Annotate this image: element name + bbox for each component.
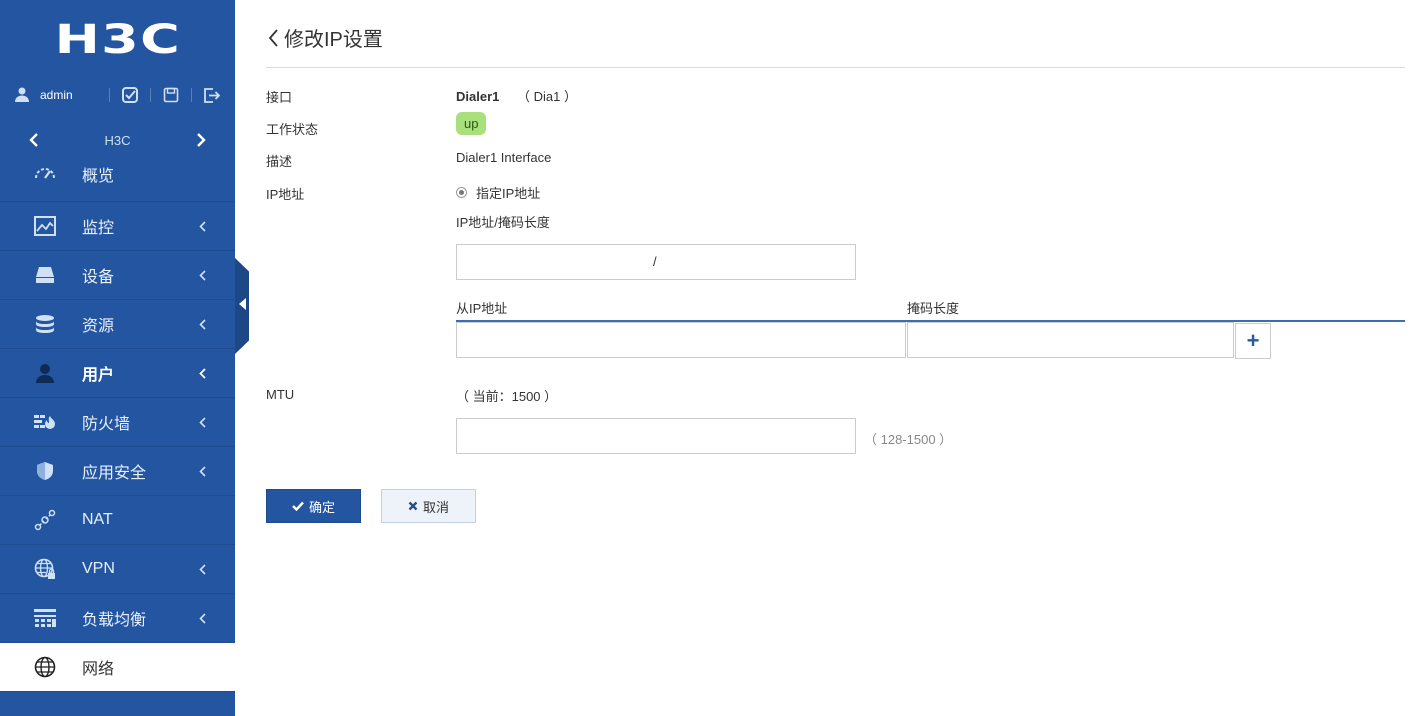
sidebar-item-resource[interactable]: 资源 bbox=[0, 300, 235, 349]
chevron-left-icon bbox=[268, 28, 278, 47]
sidebar-item-label: 网络 bbox=[82, 661, 115, 678]
mtu-current: （ 当前：1500 ） bbox=[456, 389, 558, 404]
main-content: 修改IP设置 接口 Dialer1 （ Dia1 ） 工作状态 up 描述 Di… bbox=[266, 0, 1405, 523]
plus-icon: + bbox=[1246, 328, 1260, 353]
mtu-range-hint: （ 128-1500 ） bbox=[864, 432, 953, 447]
save-icon[interactable] bbox=[151, 87, 191, 103]
logo: H3C bbox=[0, 0, 235, 80]
chevron-left-icon bbox=[196, 366, 208, 380]
sidebar-item-monitor[interactable]: 监控 bbox=[0, 202, 235, 251]
chevron-left-icon bbox=[196, 317, 208, 331]
user-bar: admin bbox=[0, 80, 235, 110]
chevron-left-icon bbox=[196, 562, 208, 576]
back-button[interactable] bbox=[268, 28, 278, 47]
sidebar-item-label: VPN bbox=[82, 560, 115, 577]
mtu-label: MTU bbox=[266, 387, 295, 402]
sidebar-item-vpn[interactable]: VPN bbox=[0, 545, 235, 594]
load-balance-icon bbox=[34, 607, 56, 629]
cancel-button-label: 取消 bbox=[422, 499, 449, 515]
secondary-ip-input[interactable] bbox=[456, 322, 906, 358]
nav-menu: 概览 监控 设备 资源 用户 防火墙 应用安全 NAT VPN 负载均衡 网络 bbox=[0, 160, 235, 692]
status-badge-wrap: up bbox=[456, 112, 487, 135]
logout-icon[interactable] bbox=[192, 87, 232, 104]
sidebar-item-label: 监控 bbox=[82, 220, 115, 237]
interface-short-name: （ Dia1 ） bbox=[517, 89, 577, 104]
chevron-left-icon bbox=[196, 268, 208, 282]
ip-mask-label: IP地址/掩码长度 bbox=[456, 215, 550, 230]
sidebar-item-nat[interactable]: NAT bbox=[0, 496, 235, 545]
description-label: 描述 bbox=[266, 154, 293, 169]
secondary-mask-label: 掩码长度 bbox=[907, 301, 960, 316]
interface-label: 接口 bbox=[266, 90, 293, 105]
sidebar-item-label: 应用安全 bbox=[82, 465, 147, 482]
sidebar-item-network[interactable]: 网络 bbox=[0, 643, 235, 692]
sidebar-item-firewall[interactable]: 防火墙 bbox=[0, 398, 235, 447]
user-icon bbox=[34, 362, 56, 384]
ip-mask-input[interactable]: / bbox=[456, 244, 856, 280]
caret-left-icon bbox=[238, 297, 246, 315]
check-config-icon[interactable] bbox=[110, 86, 150, 104]
chevron-left-icon bbox=[196, 219, 208, 233]
confirm-button[interactable]: 确定 bbox=[266, 489, 361, 523]
sidebar-collapse-toggle[interactable] bbox=[235, 258, 249, 354]
cancel-button[interactable]: 取消 bbox=[381, 489, 476, 523]
confirm-button-label: 确定 bbox=[308, 499, 335, 515]
sidebar-item-overview[interactable]: 概览 bbox=[0, 160, 235, 202]
sidebar-item-label: 资源 bbox=[82, 318, 115, 335]
sidebar-item-device[interactable]: 设备 bbox=[0, 251, 235, 300]
description-value: Dialer1 Interface bbox=[456, 150, 552, 165]
ip-mode-radio[interactable]: 指定IP地址 bbox=[456, 183, 540, 202]
globe-icon bbox=[34, 656, 56, 678]
close-icon bbox=[408, 501, 418, 511]
sidebar-item-label: 防火墙 bbox=[82, 416, 131, 433]
interface-name: Dialer1 bbox=[456, 89, 500, 104]
globe-lock-icon bbox=[34, 558, 56, 580]
username[interactable]: admin bbox=[40, 88, 73, 102]
sidebar-item-label: 用户 bbox=[82, 367, 115, 384]
user-icon bbox=[14, 86, 30, 105]
chevron-left-icon bbox=[196, 415, 208, 429]
ip-address-label: IP地址 bbox=[266, 187, 305, 202]
device-name: H3C bbox=[104, 132, 131, 148]
chevron-right-icon[interactable] bbox=[191, 130, 211, 150]
database-icon bbox=[34, 313, 56, 335]
page-header: 修改IP设置 bbox=[266, 0, 1405, 68]
chevron-left-icon[interactable] bbox=[24, 130, 44, 150]
sidebar-item-label: 设备 bbox=[82, 269, 115, 286]
status-label: 工作状态 bbox=[266, 122, 319, 137]
sidebar-item-label: 概览 bbox=[82, 168, 115, 185]
device-switcher: H3C bbox=[0, 110, 235, 160]
device-icon bbox=[34, 264, 56, 286]
status-badge: up bbox=[456, 112, 487, 135]
shield-icon bbox=[34, 460, 56, 482]
check-icon bbox=[292, 501, 304, 511]
interface-value: Dialer1 （ Dia1 ） bbox=[456, 86, 577, 105]
sidebar: H3C admin H3C 概览 监控 设备 资源 用户 防火墙 应用安全 NA… bbox=[0, 0, 235, 716]
page-title: 修改IP设置 bbox=[284, 29, 383, 51]
sidebar-item-label: NAT bbox=[82, 511, 113, 528]
monitor-chart-icon bbox=[34, 215, 56, 237]
ip-mask-slash: / bbox=[653, 254, 657, 269]
sidebar-item-app-security[interactable]: 应用安全 bbox=[0, 447, 235, 496]
sidebar-item-load-balance[interactable]: 负载均衡 bbox=[0, 594, 235, 643]
dashboard-icon bbox=[34, 162, 56, 184]
secondary-ip-label: 从IP地址 bbox=[456, 301, 508, 316]
firewall-icon bbox=[34, 411, 56, 433]
logo-text: H3C bbox=[54, 17, 181, 63]
sidebar-item-user[interactable]: 用户 bbox=[0, 349, 235, 398]
nat-icon bbox=[34, 509, 56, 531]
sidebar-item-label: 负载均衡 bbox=[82, 612, 147, 629]
ip-mode-label: 指定IP地址 bbox=[476, 186, 541, 201]
chevron-left-icon bbox=[196, 464, 208, 478]
mtu-input[interactable] bbox=[456, 418, 856, 454]
chevron-left-icon bbox=[196, 611, 208, 625]
secondary-mask-input[interactable] bbox=[907, 322, 1234, 358]
radio-selected-icon bbox=[456, 187, 467, 198]
add-secondary-ip-button[interactable]: + bbox=[1235, 323, 1271, 359]
